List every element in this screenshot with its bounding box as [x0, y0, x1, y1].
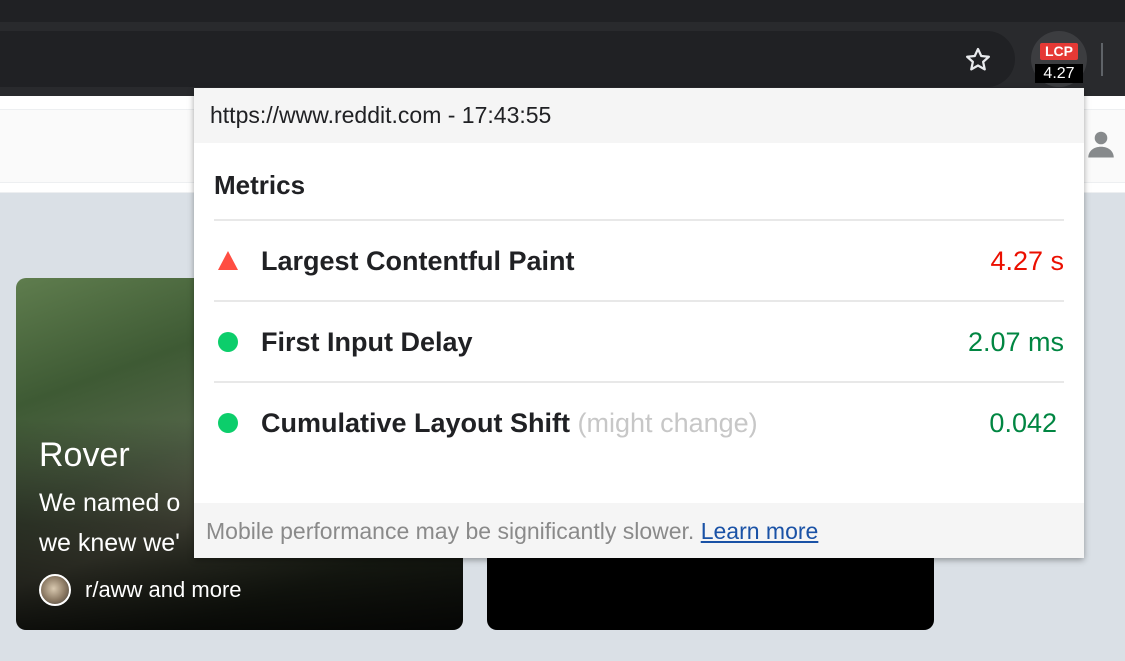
browser-toolbar: LCP 4.27: [0, 22, 1125, 96]
metric-row-fid: First Input Delay 2.07 ms: [214, 302, 1064, 383]
web-vitals-extension-button[interactable]: LCP 4.27: [1031, 31, 1087, 87]
green-dot-icon: [218, 413, 238, 433]
user-silhouette-icon[interactable]: [1083, 126, 1119, 162]
metric-row-lcp: Largest Contentful Paint 4.27 s: [214, 221, 1064, 302]
address-bar[interactable]: [0, 31, 1015, 87]
warning-triangle-icon: [218, 251, 238, 270]
subreddit-label: r/aww and more: [85, 577, 242, 602]
extension-badge-value: 4.27: [1035, 64, 1083, 83]
card-description-line2: we knew we': [39, 529, 180, 557]
metric-value: 0.042: [989, 408, 1057, 438]
card-description: We named o we knew we': [39, 483, 180, 563]
learn-more-link[interactable]: Learn more: [701, 518, 819, 544]
green-dot-icon: [218, 332, 238, 352]
card-subreddit[interactable]: r/aww and more: [39, 574, 242, 606]
card-title: Rover: [39, 436, 130, 474]
subreddit-avatar: [39, 574, 71, 606]
popup-footer: Mobile performance may be significantly …: [194, 503, 1084, 558]
toolbar-divider: [1101, 43, 1103, 76]
metric-label: First Input Delay: [261, 327, 473, 357]
metric-value: 2.07 ms: [967, 327, 1064, 357]
metric-label: Largest Contentful Paint: [261, 246, 575, 276]
card-description-line1: We named o: [39, 489, 181, 517]
metric-name: Cumulative Layout Shift (might change): [261, 383, 758, 464]
footer-text: Mobile performance may be significantly …: [206, 518, 695, 544]
web-vitals-popup: https://www.reddit.com - 17:43:55 Metric…: [194, 88, 1084, 558]
metric-row-cls: Cumulative Layout Shift (might change) 0…: [214, 383, 1064, 464]
metric-name: First Input Delay: [261, 302, 473, 383]
browser-tab-strip: [0, 0, 1125, 22]
metrics-title: Metrics: [214, 143, 1064, 221]
extension-badge-label: LCP: [1040, 43, 1078, 60]
metrics-section: Metrics Largest Contentful Paint 4.27 s …: [214, 143, 1064, 464]
metric-value: 4.27 s: [990, 246, 1064, 276]
bookmark-star-button[interactable]: [958, 42, 998, 78]
popup-url-line: https://www.reddit.com - 17:43:55: [194, 88, 1084, 143]
metric-note: (might change): [577, 408, 758, 438]
star-outline-icon: [966, 47, 990, 71]
metric-name: Largest Contentful Paint: [261, 221, 575, 302]
metric-label: Cumulative Layout Shift: [261, 408, 571, 438]
